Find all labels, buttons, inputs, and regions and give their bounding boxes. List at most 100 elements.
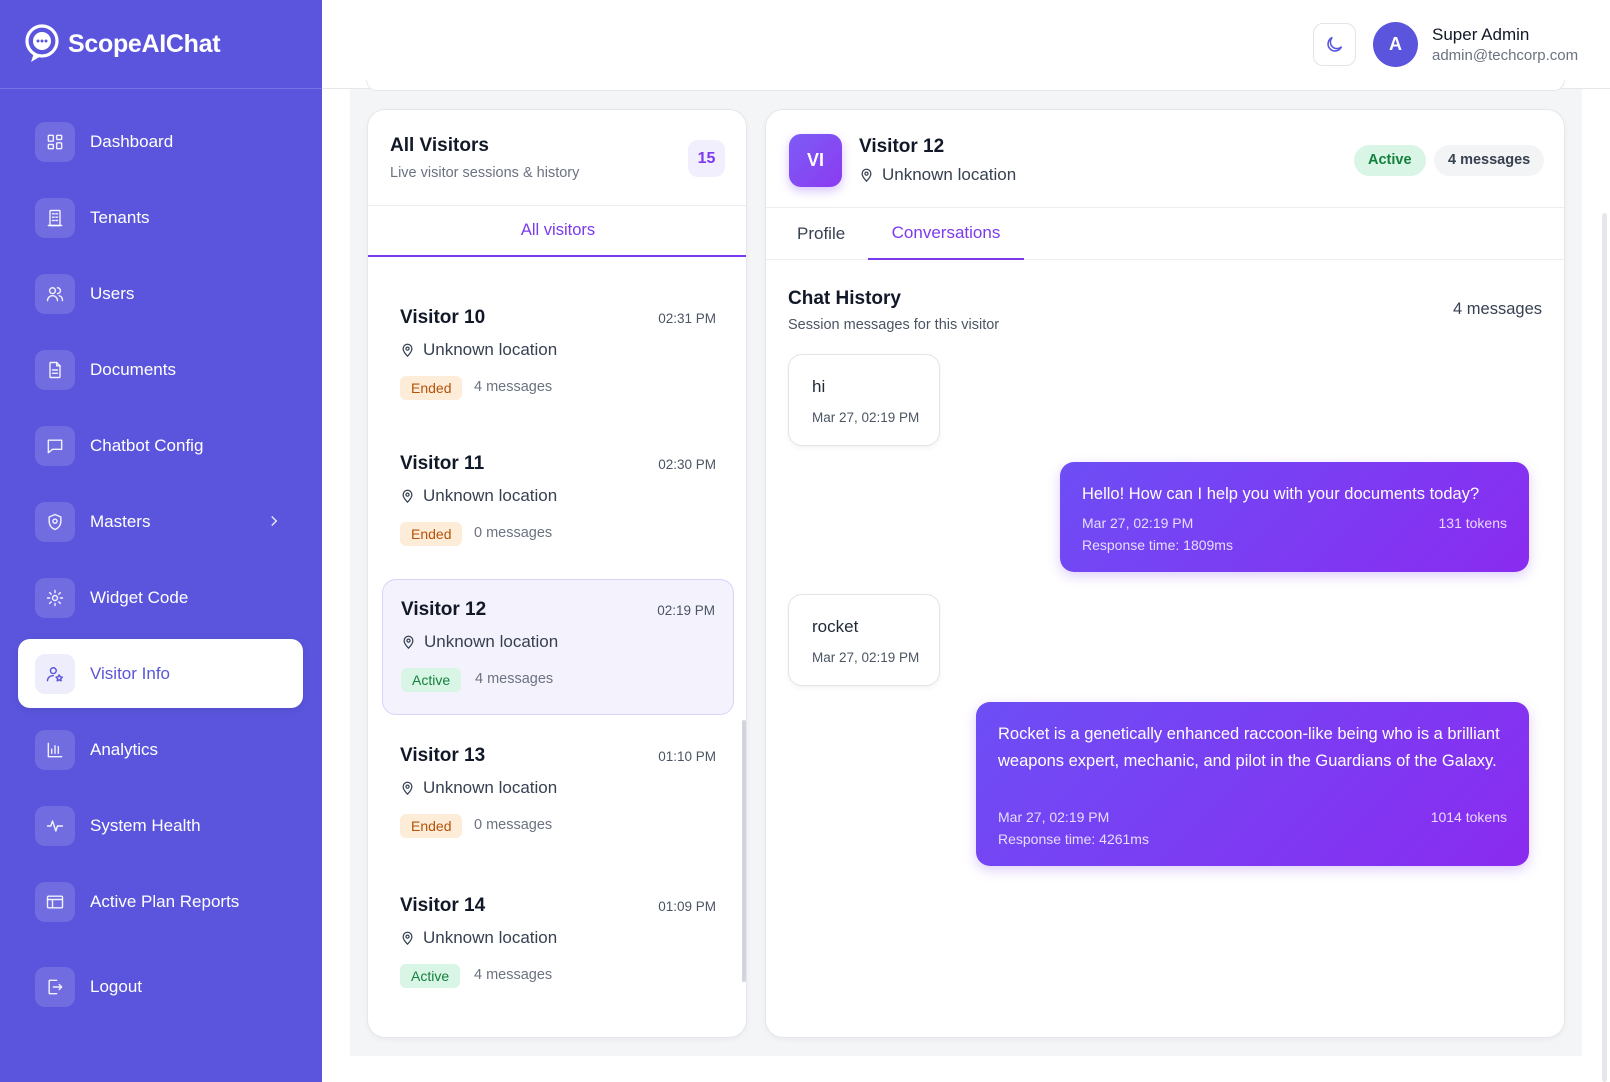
sidebar-item-analytics[interactable]: Analytics (18, 715, 303, 784)
message-text: hi (812, 377, 826, 396)
avatar[interactable]: A (1373, 22, 1418, 67)
gear-icon (35, 577, 75, 618)
bot-message: Hello! How can I help you with your docu… (1060, 462, 1529, 572)
user-message: rocket Mar 27, 02:19 PM (788, 594, 940, 686)
sidebar-item-label: Masters (90, 511, 151, 531)
map-pin-icon (402, 781, 413, 795)
status-badge: Ended (400, 376, 463, 400)
sidebar-item-label: System Health (90, 815, 201, 835)
map-pin-icon (402, 931, 413, 945)
user-name: Super Admin (1432, 25, 1530, 44)
map-pin-icon (402, 343, 413, 357)
token-count: 131 tokens (1438, 515, 1508, 531)
visitor-location: Unknown location (400, 486, 557, 506)
tab-all-visitors[interactable]: All visitors (368, 205, 746, 257)
sidebar-item-users[interactable]: Users (18, 259, 303, 328)
chat-icon (35, 425, 75, 466)
users-icon (35, 273, 75, 314)
grid-icon (35, 121, 75, 162)
list-scrollbar[interactable] (742, 720, 746, 982)
pulse-icon (35, 805, 75, 846)
sidebar-item-tenants[interactable]: Tenants (18, 183, 303, 252)
document-icon (35, 349, 75, 390)
sidebar-item-documents[interactable]: Documents (18, 335, 303, 404)
user-email: admin@techcorp.com (1432, 47, 1579, 64)
message-count: 4 messages (474, 967, 553, 983)
message-count-badge: 4 messages (1434, 145, 1545, 176)
message-text: rocket (812, 617, 859, 636)
shield-icon (35, 501, 75, 542)
visitor-list-item-selected[interactable]: Visitor 12 02:19 PM Unknown location Act… (382, 579, 734, 715)
tab-profile[interactable]: Profile (797, 208, 845, 260)
sidebar-item-label: Chatbot Config (90, 435, 204, 455)
visitor-name: Visitor 13 (400, 745, 486, 766)
message-count: 4 messages (475, 671, 554, 687)
sidebar-item-label: Users (90, 283, 135, 303)
visitor-detail-name: Visitor 12 (859, 136, 945, 157)
theme-toggle-button[interactable] (1313, 23, 1356, 66)
user-message: hi Mar 27, 02:19 PM (788, 354, 940, 446)
visitor-location: Unknown location (401, 632, 558, 652)
message-count: 0 messages (474, 525, 553, 541)
sidebar-item-chatbot-config[interactable]: Chatbot Config (18, 411, 303, 480)
location-text: Unknown location (423, 928, 558, 947)
sidebar-item-label: Visitor Info (90, 663, 171, 683)
visitor-name: Visitor 11 (400, 453, 485, 474)
sidebar-item-label: Analytics (90, 739, 159, 759)
sidebar-item-widget-code[interactable]: Widget Code (18, 563, 303, 632)
brand[interactable]: ScopeAIChat (0, 0, 322, 89)
sidebar-item-system-health[interactable]: System Health (18, 791, 303, 860)
message-time: Mar 27, 02:19 PM (998, 809, 1110, 825)
map-pin-icon (402, 489, 413, 503)
sidebar: ScopeAIChat Dashboard Tenants Users Docu… (0, 0, 322, 1082)
token-count: 1014 tokens (1430, 809, 1507, 825)
message-count: 4 messages (474, 379, 553, 395)
map-pin-icon (861, 168, 872, 182)
moon-icon (1327, 36, 1343, 52)
visitor-name: Visitor 12 (401, 599, 487, 620)
user-star-icon (35, 653, 75, 694)
chevron-right-icon (265, 512, 283, 530)
location-text: Unknown location (423, 778, 558, 797)
visitor-detail-panel: VI Visitor 12 Unknown location Active 4 … (765, 109, 1566, 1038)
chat-history-title: Chat History (788, 288, 901, 309)
message-text: Hello! How can I help you with your docu… (1082, 485, 1480, 503)
bot-message: Rocket is a genetically enhanced raccoon… (976, 702, 1529, 866)
sidebar-item-label: Documents (90, 359, 176, 379)
sidebar-item-dashboard[interactable]: Dashboard (18, 107, 303, 176)
logout-icon (35, 966, 75, 1007)
visitor-time: 02:30 PM (658, 457, 716, 472)
response-time: Response time: 1809ms (1082, 537, 1233, 553)
sidebar-item-label: Tenants (90, 207, 150, 227)
visitor-list-item[interactable]: Visitor 11 02:30 PM Unknown location End… (382, 425, 734, 561)
sidebar-item-label: Active Plan Reports (90, 891, 240, 911)
brand-name: ScopeAIChat (68, 29, 221, 58)
tab-conversations[interactable]: Conversations (868, 208, 1024, 260)
sidebar-item-active-plan-reports[interactable]: Active Plan Reports (18, 867, 303, 936)
location-text: Unknown location (423, 340, 558, 359)
message-count: 0 messages (474, 817, 553, 833)
panel-subtitle: Live visitor sessions & history (390, 165, 580, 181)
page-scrollbar[interactable] (1602, 213, 1607, 1082)
visitor-time: 01:09 PM (658, 899, 716, 914)
message-time: Mar 27, 02:19 PM (812, 410, 920, 425)
sidebar-item-masters[interactable]: Masters (18, 487, 303, 556)
visitor-location: Unknown location (400, 778, 557, 798)
sidebar-item-logout[interactable]: Logout (18, 952, 303, 1021)
sidebar-item-visitor-info[interactable]: Visitor Info (18, 639, 303, 708)
visitor-list-item[interactable]: Visitor 13 01:10 PM Unknown location End… (382, 717, 734, 853)
visitor-count-badge: 15 (688, 140, 725, 177)
visitor-time: 02:19 PM (657, 603, 715, 618)
message-text: Rocket is a genetically enhanced raccoon… (998, 725, 1500, 770)
location-text: Unknown location (423, 486, 558, 505)
bar-chart-icon (35, 729, 75, 770)
visitor-time: 01:10 PM (658, 749, 716, 764)
sidebar-item-label: Logout (90, 976, 142, 996)
status-badge: Active (1354, 145, 1426, 176)
visitor-name: Visitor 10 (400, 307, 486, 328)
location-text: Unknown location (424, 632, 559, 651)
visitor-list-item[interactable]: Visitor 10 02:31 PM Unknown location End… (382, 279, 734, 415)
chat-message-count: 4 messages (1453, 300, 1542, 318)
layout-icon (35, 881, 75, 922)
visitor-list-item[interactable]: Visitor 14 01:09 PM Unknown location Act… (382, 867, 734, 1003)
